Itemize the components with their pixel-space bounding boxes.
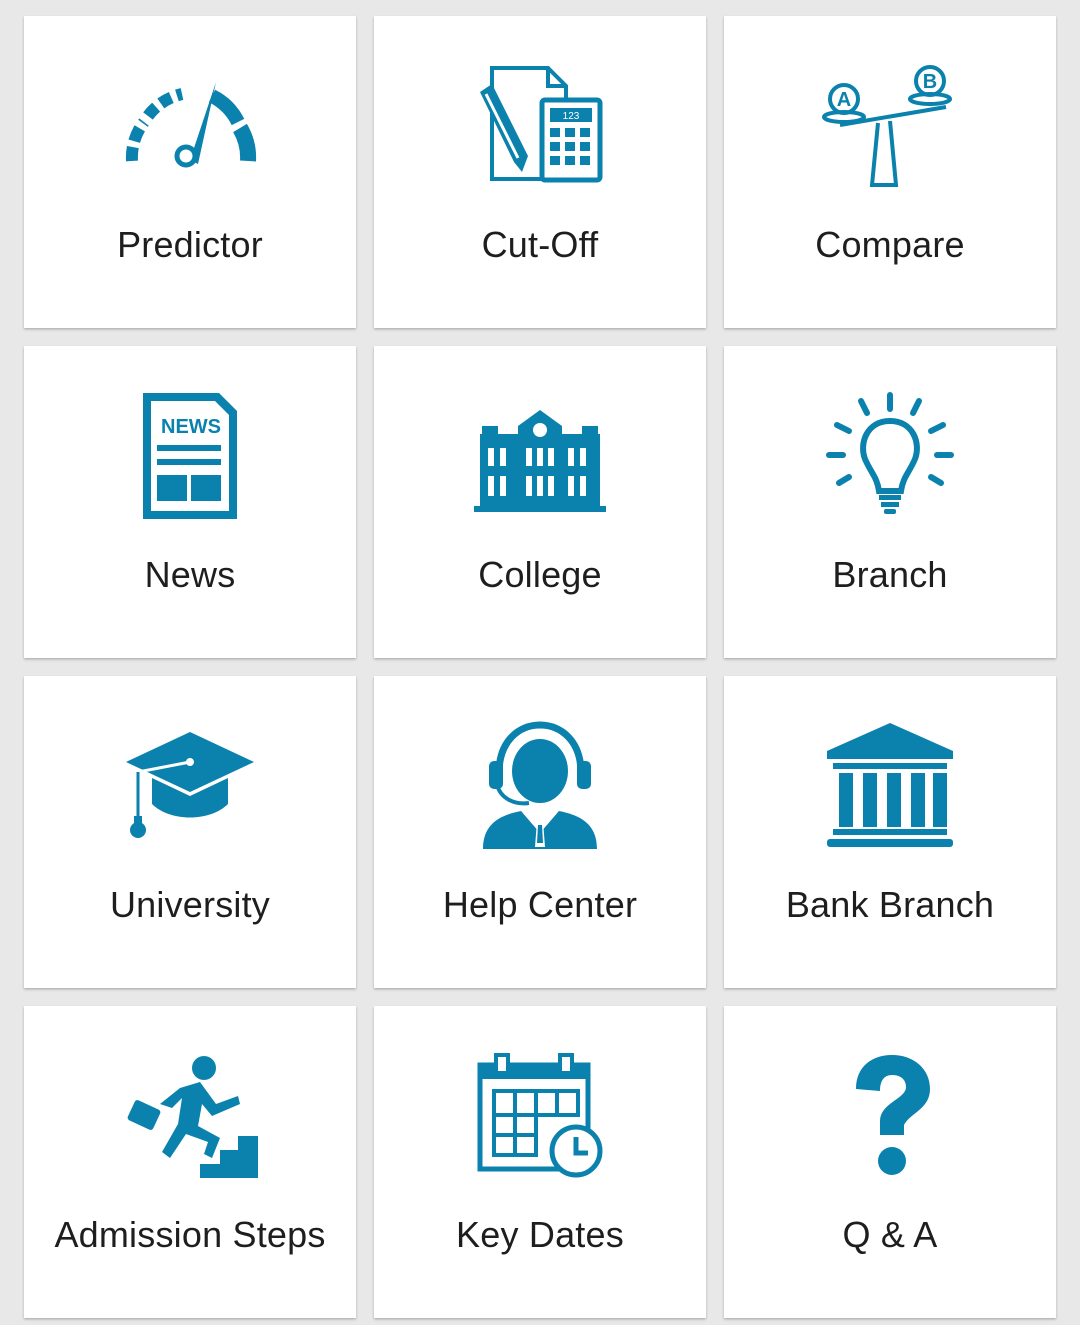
tile-label: Q & A: [842, 1214, 938, 1255]
news-badge-text: NEWS: [161, 416, 221, 438]
tile-label: Cut-Off: [481, 224, 599, 265]
tile-label: Key Dates: [456, 1214, 624, 1255]
tile-label: Compare: [815, 224, 965, 265]
newspaper-icon: NEWS: [24, 386, 356, 526]
tile-help-center[interactable]: Help Center: [374, 676, 706, 988]
tile-college[interactable]: College: [374, 346, 706, 658]
scale-right-letter: B: [923, 71, 937, 93]
calculator-display-text: 123: [563, 111, 580, 122]
tile-news[interactable]: NEWS News: [24, 346, 356, 658]
tile-q-and-a[interactable]: Q & A: [724, 1006, 1056, 1318]
headset-agent-icon: [374, 716, 706, 856]
tile-cut-off[interactable]: 123 Cut-Off: [374, 16, 706, 328]
scale-left-letter: A: [837, 89, 851, 111]
tile-compare[interactable]: A B Compare: [724, 16, 1056, 328]
calendar-clock-icon: [374, 1046, 706, 1186]
document-calculator-icon: 123: [374, 56, 706, 196]
tile-label: University: [109, 884, 271, 925]
tile-key-dates[interactable]: Key Dates: [374, 1006, 706, 1318]
tile-label: Help Center: [442, 884, 638, 925]
tile-bank-branch[interactable]: Bank Branch: [724, 676, 1056, 988]
tile-university[interactable]: University: [24, 676, 356, 988]
question-mark-icon: [724, 1046, 1056, 1186]
bank-building-icon: [724, 716, 1056, 856]
tile-label: College: [478, 554, 602, 595]
tile-label: Branch: [832, 554, 948, 595]
climbing-steps-icon: [24, 1046, 356, 1186]
menu-grid: Predictor 123 Cut-Off A B Compare NEWS N…: [0, 0, 1080, 1325]
speedometer-icon: [24, 56, 356, 196]
college-building-icon: [374, 386, 706, 526]
balance-scale-icon: A B: [724, 56, 1056, 196]
tile-branch[interactable]: Branch: [724, 346, 1056, 658]
tile-admission-steps[interactable]: Admission Steps: [24, 1006, 356, 1318]
tile-label: Bank Branch: [785, 884, 995, 925]
tile-label: News: [144, 554, 236, 595]
tile-predictor[interactable]: Predictor: [24, 16, 356, 328]
graduation-cap-icon: [24, 716, 356, 856]
lightbulb-icon: [724, 386, 1056, 526]
tile-label: Predictor: [117, 224, 263, 265]
tile-label: Admission Steps: [54, 1214, 326, 1255]
